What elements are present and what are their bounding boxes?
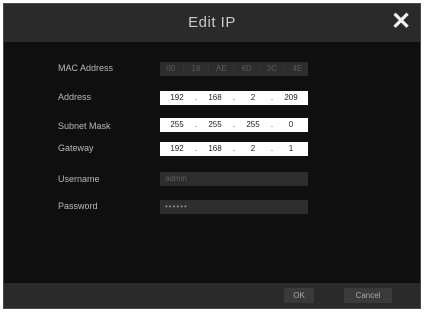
- subnet-octet-4[interactable]: 0: [274, 118, 308, 132]
- password-field[interactable]: ••••••: [160, 200, 308, 214]
- dialog-title: Edit IP: [188, 14, 236, 31]
- ok-button[interactable]: OK: [284, 288, 314, 303]
- password-label: Password: [58, 201, 98, 211]
- gateway-octet-4[interactable]: 1: [274, 142, 308, 156]
- mac-segment-2: 18: [191, 64, 201, 73]
- mac-segment-6: 4E: [292, 64, 303, 73]
- address-octet-2[interactable]: 168: [198, 91, 232, 105]
- title-bar: Edit IP ✕: [4, 4, 420, 42]
- subnet-mask-field[interactable]: 255 . 255 . 255 . 0: [160, 118, 308, 132]
- gateway-octet-3[interactable]: 2: [236, 142, 270, 156]
- mac-address-label: MAC Address: [58, 63, 114, 73]
- subnet-mask-label: Subnet Mask: [58, 121, 111, 131]
- subnet-octet-2[interactable]: 255: [198, 118, 232, 132]
- address-octet-1[interactable]: 192: [160, 91, 194, 105]
- address-field[interactable]: 192 . 168 . 2 . 209: [160, 91, 308, 105]
- address-octet-4[interactable]: 209: [274, 91, 308, 105]
- subnet-octet-1[interactable]: 255: [160, 118, 194, 132]
- gateway-octet-2[interactable]: 168: [198, 142, 232, 156]
- mac-segment-3: AE: [215, 64, 227, 73]
- gateway-field[interactable]: 192 . 168 . 2 . 1: [160, 142, 308, 156]
- username-field[interactable]: admin: [160, 172, 308, 186]
- username-label: Username: [58, 174, 100, 184]
- edit-ip-dialog: Edit IP ✕ MAC Address 00 : 18 : AE : 6D …: [3, 3, 421, 309]
- button-bar: OK Cancel: [4, 283, 420, 308]
- cancel-button[interactable]: Cancel: [344, 288, 392, 303]
- close-icon[interactable]: ✕: [390, 9, 412, 35]
- gateway-octet-1[interactable]: 192: [160, 142, 194, 156]
- mac-segment-4: 6D: [241, 64, 252, 73]
- mac-address-field: 00 : 18 : AE : 6D : 3C : 4E: [160, 62, 308, 76]
- gateway-label: Gateway: [58, 143, 94, 153]
- mac-segment-5: 3C: [266, 64, 278, 73]
- address-octet-3[interactable]: 2: [236, 91, 270, 105]
- mac-segment-1: 00: [166, 64, 176, 73]
- subnet-octet-3[interactable]: 255: [236, 118, 270, 132]
- address-label: Address: [58, 92, 92, 102]
